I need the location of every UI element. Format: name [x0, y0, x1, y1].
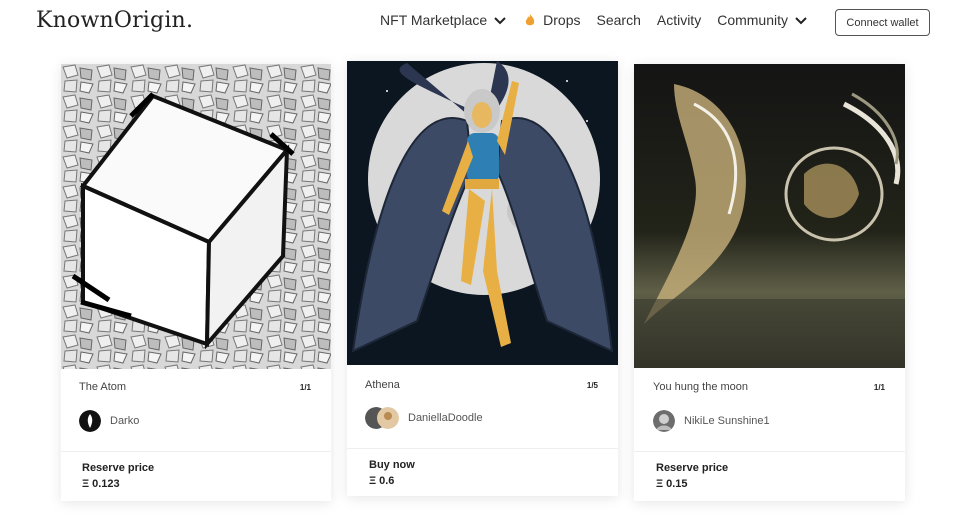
nav-search[interactable]: Search [597, 12, 641, 28]
artwork-card[interactable]: The Atom 1/1 Darko Reserve price Ξ 0.123 [61, 64, 331, 501]
price-label: Reserve price [82, 462, 155, 474]
artist-name: NikiLe Sunshine1 [684, 415, 770, 427]
artist-name: Darko [110, 415, 140, 427]
divider [634, 451, 905, 452]
avatar [365, 407, 399, 429]
artist-row[interactable]: DaniellaDoodle [365, 407, 483, 429]
price-value: Ξ 0.6 [369, 475, 395, 487]
edition-count: 1/1 [873, 383, 885, 392]
avatar [79, 410, 101, 432]
price-value: Ξ 0.123 [82, 478, 120, 490]
knownorigin-logo[interactable]: KnownOrigin. [36, 8, 193, 33]
chevron-down-icon [494, 17, 506, 25]
artwork-image[interactable] [347, 61, 618, 365]
artwork-title[interactable]: The Atom [79, 381, 126, 393]
price-label: Buy now [369, 459, 415, 471]
fire-icon [525, 14, 535, 26]
artwork-title[interactable]: You hung the moon [653, 381, 748, 393]
nav-activity[interactable]: Activity [657, 12, 701, 28]
main-nav: NFT Marketplace Drops Search Activity Co… [380, 12, 808, 28]
nav-drops[interactable]: Drops [523, 12, 581, 28]
artwork-image[interactable] [61, 64, 331, 369]
price-label: Reserve price [656, 462, 729, 474]
artwork-card[interactable]: Athena 1/5 DaniellaDoodle Buy now Ξ 0.6 [347, 61, 618, 496]
artist-row[interactable]: NikiLe Sunshine1 [653, 410, 770, 432]
artwork-title[interactable]: Athena [365, 379, 400, 391]
edition-count: 1/1 [299, 383, 311, 392]
divider [61, 451, 331, 452]
top-nav-bar: KnownOrigin. NFT Marketplace Drops Searc… [0, 0, 954, 44]
artist-row[interactable]: Darko [79, 410, 139, 432]
artist-name: DaniellaDoodle [408, 412, 483, 424]
avatar [653, 410, 675, 432]
artwork-card[interactable]: You hung the moon 1/1 NikiLe Sunshine1 R… [634, 64, 905, 501]
edition-count: 1/5 [586, 381, 598, 390]
chevron-down-icon [795, 17, 807, 25]
artwork-image[interactable] [634, 64, 905, 368]
connect-wallet-button[interactable]: Connect wallet [835, 9, 930, 36]
divider [347, 448, 618, 449]
price-value: Ξ 0.15 [656, 478, 688, 490]
nav-nft-marketplace[interactable]: NFT Marketplace [380, 12, 507, 28]
nav-community[interactable]: Community [717, 12, 808, 28]
